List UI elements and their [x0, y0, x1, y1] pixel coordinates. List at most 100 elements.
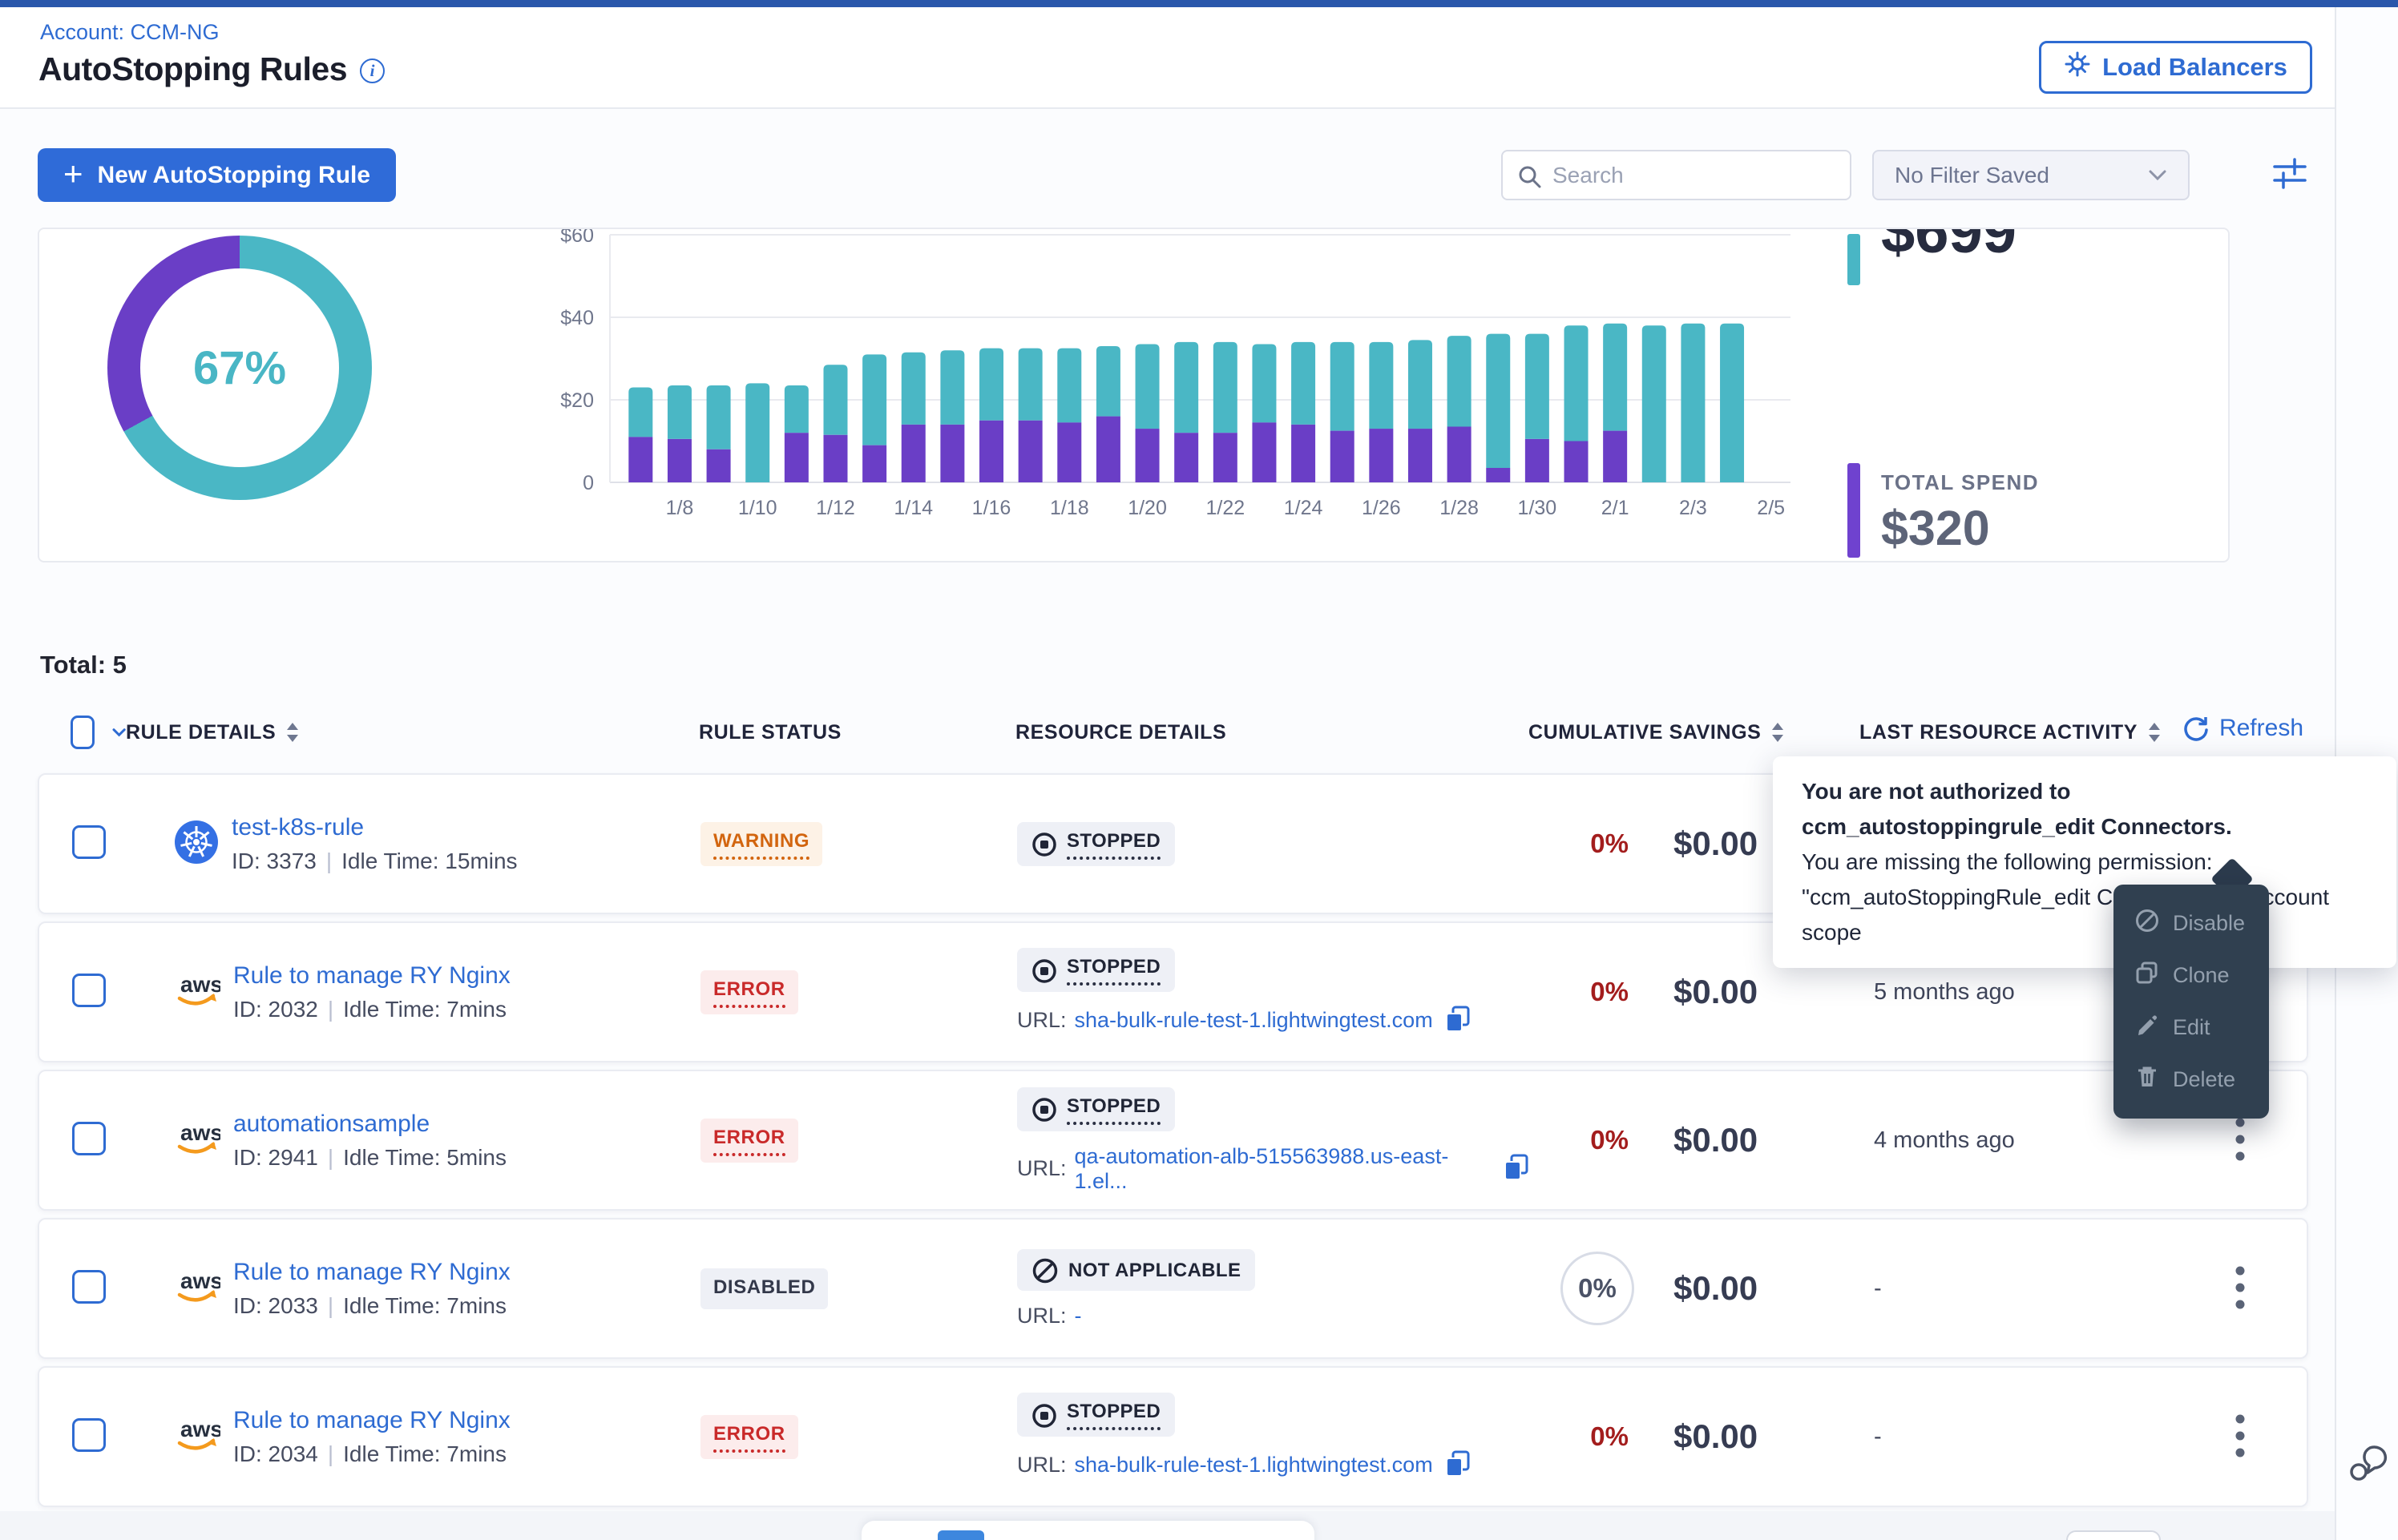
row-actions-button[interactable]	[2230, 1111, 2250, 1170]
savings-percent: 0%	[1560, 828, 1629, 859]
info-icon[interactable]: i	[360, 58, 385, 83]
total-count: Total: 5	[40, 651, 127, 679]
delete-icon	[2134, 1064, 2160, 1095]
savings-amount: $0.00	[1673, 824, 1758, 863]
rule-status-badge: ERROR	[700, 1415, 798, 1459]
stopped-icon	[1031, 1097, 1057, 1123]
aws-icon: aws	[174, 1264, 220, 1309]
load-balancers-label: Load Balancers	[2102, 53, 2287, 82]
context-menu-item-disable[interactable]: Disable	[2113, 897, 2269, 949]
savings-summary-card: 67% 0$20$40$601/81/101/121/141/161/181/2…	[38, 228, 2230, 562]
kebab-menu-icon	[2235, 1413, 2245, 1459]
row-checkbox[interactable]	[72, 1122, 106, 1155]
svg-text:2/3: 2/3	[1679, 497, 1707, 519]
context-menu-item-edit[interactable]: Edit	[2113, 1002, 2269, 1054]
savings-percent: 0%	[1560, 1252, 1634, 1325]
select-all-checkbox[interactable]	[71, 716, 95, 749]
svg-text:1/10: 1/10	[738, 497, 777, 519]
row-checkbox[interactable]	[72, 974, 106, 1007]
help-chat-button[interactable]	[2349, 1443, 2391, 1484]
copy-url-button[interactable]	[1444, 1005, 1472, 1036]
new-rule-label: New AutoStopping Rule	[98, 162, 371, 189]
resource-url-line: URL: qa-automation-alb-515563988.us-east…	[1017, 1144, 1530, 1194]
last-activity: 4 months ago	[1861, 1127, 2174, 1154]
context-menu-item-clone[interactable]: Clone	[2113, 949, 2269, 1002]
disable-icon	[2134, 908, 2160, 939]
rule-status-badge: WARNING	[700, 822, 822, 866]
spend-legend-marker	[1847, 463, 1860, 558]
new-autostopping-rule-button[interactable]: + New AutoStopping Rule	[38, 148, 396, 202]
svg-text:2/5: 2/5	[1757, 497, 1785, 519]
top-accent-bar	[0, 0, 2398, 7]
sort-icon	[285, 721, 300, 744]
load-balancers-button[interactable]: Load Balancers	[2039, 41, 2312, 94]
rule-status-badge: ERROR	[700, 1119, 798, 1163]
autostopping-rules-page: Account: CCM-NG AutoStopping Rules i Loa…	[0, 0, 2398, 1540]
provider-icon-wrap: aws	[174, 1413, 220, 1461]
rule-name-link[interactable]: test-k8s-rule	[232, 814, 364, 841]
svg-text:$20: $20	[560, 389, 594, 412]
pagination-next-button[interactable]	[2066, 1530, 2161, 1540]
row-checkbox[interactable]	[72, 1418, 106, 1452]
table-row: aws Rule to manage RY Nginx ID: 2033|Idl…	[38, 1218, 2308, 1359]
resource-state-badge: STOPPED	[1017, 948, 1175, 992]
copy-url-button[interactable]	[1444, 1449, 1472, 1481]
context-menu-label: Clone	[2173, 963, 2230, 988]
column-header-last-resource-activity[interactable]: LAST RESOURCE ACTIVITY	[1859, 721, 2172, 744]
permission-tooltip: You are not authorized to ccm_autostoppi…	[1773, 756, 2396, 968]
resource-url-link[interactable]: qa-automation-alb-515563988.us-east-1.el…	[1075, 1144, 1492, 1194]
svg-text:1/14: 1/14	[894, 497, 933, 519]
saved-filter-dropdown[interactable]: No Filter Saved	[1872, 150, 2190, 200]
total-spend-label: TOTAL SPEND	[1881, 470, 2039, 495]
column-header-rule-status: RULE STATUS	[699, 721, 1015, 744]
kubernetes-icon	[174, 820, 219, 865]
sort-icon	[2147, 721, 2162, 744]
search-input[interactable]	[1503, 151, 1850, 199]
table-row: aws automationsample ID: 2941|Idle Time:…	[38, 1070, 2308, 1211]
copy-icon	[1503, 1153, 1530, 1182]
svg-text:2/1: 2/1	[1601, 497, 1629, 519]
total-spend-value: $320	[1881, 500, 1990, 556]
resource-state-badge: NOT APPLICABLE	[1017, 1249, 1255, 1291]
edit-icon	[2134, 1012, 2160, 1043]
copy-url-button[interactable]	[1503, 1153, 1530, 1184]
provider-icon-wrap	[174, 820, 219, 869]
gear-icon	[2064, 50, 2091, 84]
svg-text:0: 0	[583, 472, 594, 494]
resource-url-link[interactable]: sha-bulk-rule-test-1.lightwingtest.com	[1075, 1008, 1433, 1033]
pagination-bar	[862, 1521, 1314, 1540]
row-actions-context-menu: Disable Clone EditDelete	[2113, 885, 2269, 1119]
row-actions-button[interactable]	[2230, 1408, 2250, 1466]
rule-meta: ID: 2034|Idle Time: 7mins	[233, 1441, 511, 1467]
row-actions-button[interactable]	[2230, 1260, 2250, 1318]
row-checkbox[interactable]	[72, 825, 106, 859]
svg-text:1/30: 1/30	[1518, 497, 1557, 519]
pagination-active-page[interactable]	[938, 1530, 984, 1540]
clone-icon	[2134, 960, 2160, 991]
kebab-menu-icon	[2235, 1116, 2245, 1163]
chevron-down-icon[interactable]	[112, 726, 126, 739]
resource-url-link[interactable]: sha-bulk-rule-test-1.lightwingtest.com	[1075, 1453, 1433, 1478]
resource-state-badge: STOPPED	[1017, 1087, 1175, 1131]
svg-text:aws: aws	[180, 1268, 220, 1293]
context-menu-item-delete[interactable]: Delete	[2113, 1054, 2269, 1106]
svg-text:1/24: 1/24	[1284, 497, 1323, 519]
savings-percent: 0%	[1560, 1421, 1629, 1452]
svg-text:1/26: 1/26	[1362, 497, 1401, 519]
refresh-label: Refresh	[2219, 715, 2303, 742]
breadcrumb-account[interactable]: Account: CCM-NG	[40, 20, 220, 45]
aws-icon: aws	[174, 968, 220, 1013]
rule-name-link[interactable]: Rule to manage RY Nginx	[233, 962, 511, 989]
filter-sliders-button[interactable]	[2268, 152, 2311, 196]
rule-status-badge: ERROR	[700, 970, 798, 1014]
resource-url-link[interactable]: -	[1075, 1304, 1082, 1328]
tooltip-line: You are missing the following permission…	[1802, 845, 2368, 880]
row-checkbox[interactable]	[72, 1270, 106, 1304]
refresh-button[interactable]: Refresh	[2182, 715, 2303, 742]
rule-name-link[interactable]: automationsample	[233, 1111, 430, 1137]
savings-total-value: $699	[1881, 228, 2016, 267]
rule-name-link[interactable]: Rule to manage RY Nginx	[233, 1407, 511, 1433]
column-header-cumulative-savings[interactable]: CUMULATIVE SAVINGS	[1528, 721, 1859, 744]
column-header-rule-details[interactable]: RULE DETAILS	[126, 721, 699, 744]
rule-name-link[interactable]: Rule to manage RY Nginx	[233, 1259, 511, 1285]
